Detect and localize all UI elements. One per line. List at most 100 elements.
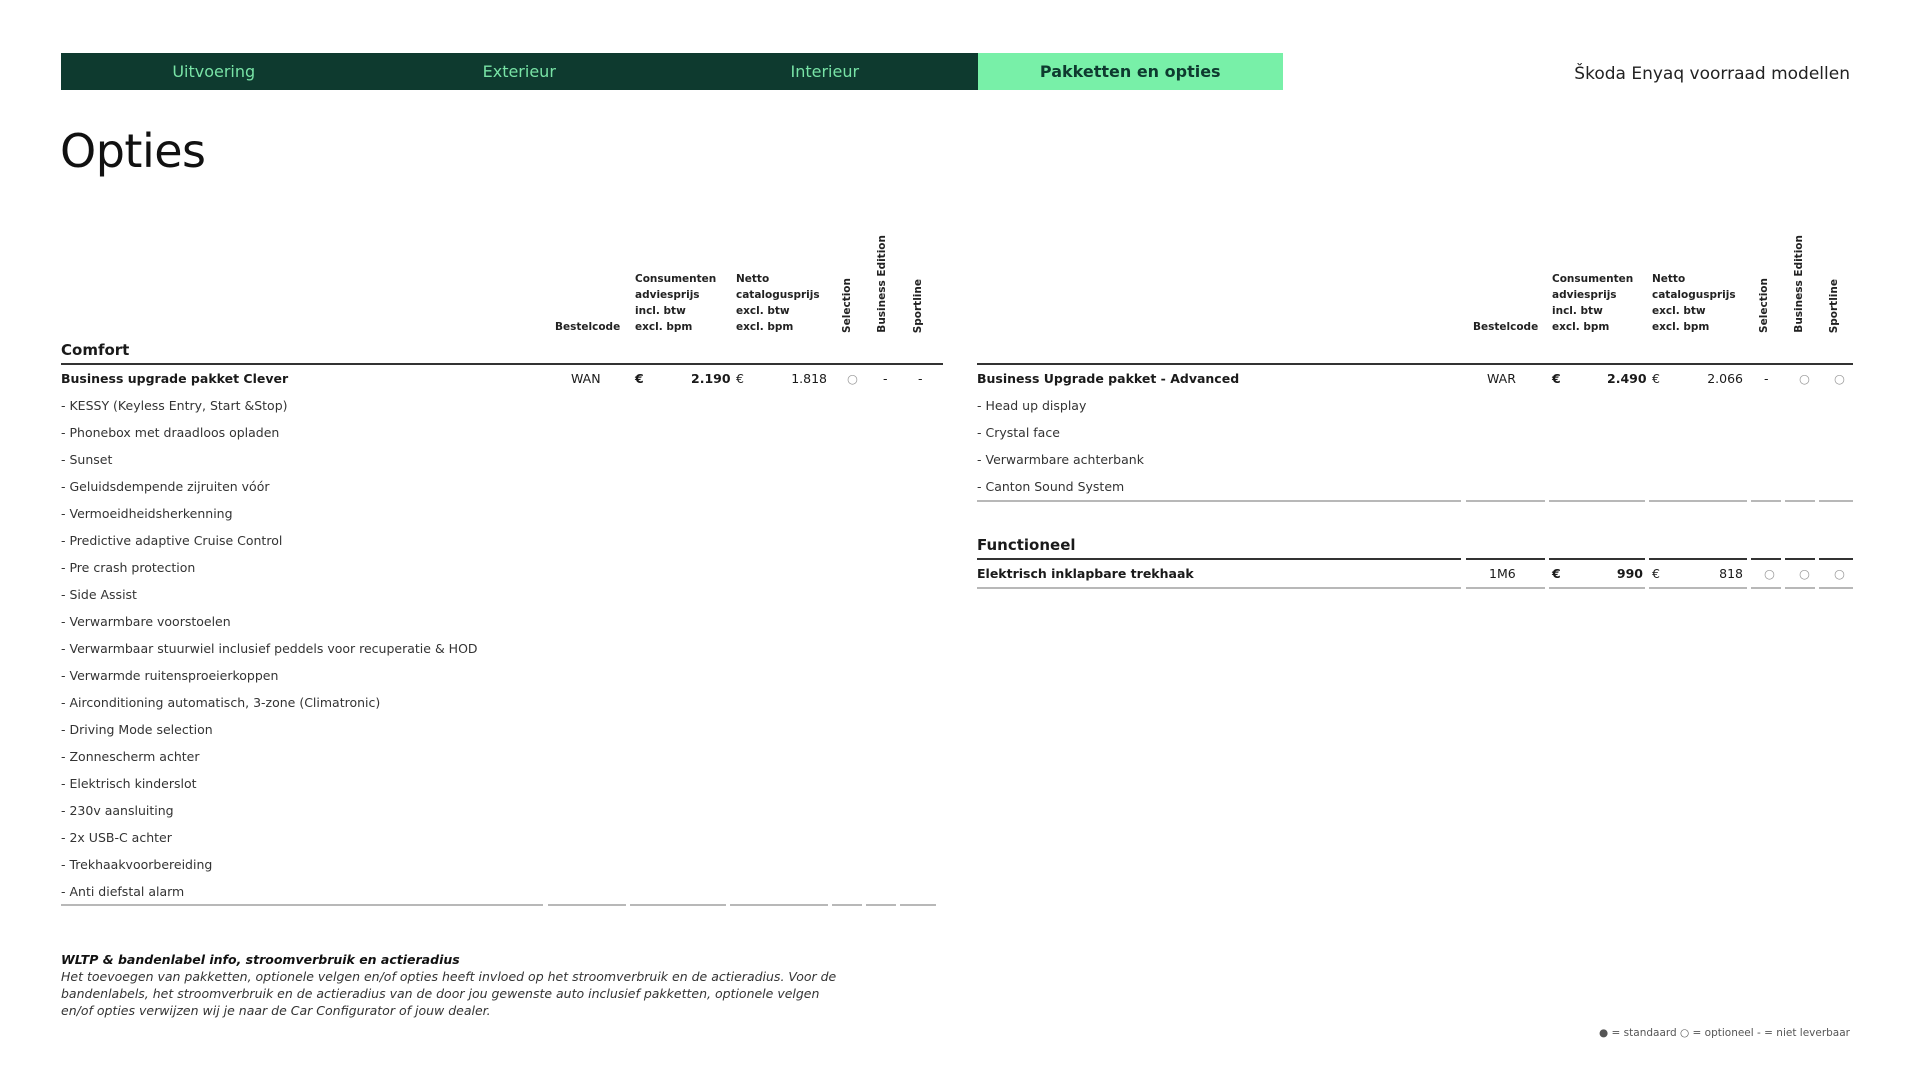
availability-business-edition: -	[883, 371, 888, 386]
table-header: Bestelcode Consumenten adviesprijs incl.…	[61, 225, 943, 335]
divider	[548, 904, 626, 906]
divider	[1549, 500, 1645, 502]
availability-business-edition: ○	[1799, 371, 1810, 386]
package-item: - Head up display	[977, 392, 1853, 419]
package-item: - Anti diefstal alarm	[61, 878, 943, 905]
package-item-label: - Crystal face	[977, 425, 1060, 440]
section-title: Comfort	[61, 341, 130, 359]
header-sportline: Sportline	[1828, 278, 1840, 333]
availability-selection: ○	[847, 371, 858, 386]
divider-group	[977, 500, 1853, 502]
package-item-label: - Sunset	[61, 452, 113, 467]
currency: €	[1552, 371, 1561, 386]
availability-business-edition: ○	[1799, 566, 1810, 581]
header-line: catalogusprijs	[736, 289, 820, 301]
package-items: - KESSY (Keyless Entry, Start &Stop) - Ph…	[61, 392, 943, 905]
divider	[1751, 500, 1781, 502]
package-item: - Verwarmbare achterbank	[977, 446, 1853, 473]
header-line: adviesprijs	[1552, 289, 1617, 301]
option-name: Elektrisch inklapbare trekhaak	[977, 566, 1194, 581]
header-line: excl. bpm	[736, 321, 794, 333]
divider	[61, 904, 543, 906]
package-item: - Airconditioning automatisch, 3-zone (C…	[61, 689, 943, 716]
order-code: 1M6	[1489, 566, 1516, 581]
package-item-label: - Anti diefstal alarm	[61, 884, 185, 899]
package-item-label: - Canton Sound System	[977, 479, 1125, 494]
order-code: WAN	[571, 371, 601, 386]
consumer-price: 2.190	[691, 371, 731, 386]
divider	[1649, 500, 1747, 502]
header-business-edition: Business Edition	[876, 235, 888, 333]
header-selection: Selection	[1758, 278, 1770, 333]
package-item-label: - Side Assist	[61, 587, 137, 602]
header-line: Netto	[1652, 273, 1686, 285]
package-item: - Phonebox met draadloos opladen	[61, 419, 943, 446]
header-nettoprijs: Netto catalogusprijs excl. btw excl. bpm	[736, 271, 820, 335]
divider-group	[977, 587, 1853, 589]
section-title: Functioneel	[977, 536, 1076, 554]
section-tabs: Uitvoering Exterieur Interieur Pakketten…	[61, 53, 1283, 90]
package-name: Business upgrade pakket Clever	[61, 371, 289, 386]
package-item-label: - 230v aansluiting	[61, 803, 174, 818]
divider	[1466, 500, 1545, 502]
package-item-label: - Verwarmbare achterbank	[977, 452, 1144, 467]
tab-interieur[interactable]: Interieur	[672, 53, 978, 90]
package-item: - Side Assist	[61, 581, 943, 608]
divider	[1549, 587, 1645, 589]
header-line: Consumenten	[1552, 273, 1634, 285]
package-item-label: - Verwarmbaar stuurwiel inclusief peddel…	[61, 641, 478, 656]
package-item: - Geluidsdempende zijruiten vóór	[61, 473, 943, 500]
package-item-label: - Trekhaakvoorbereiding	[61, 857, 213, 872]
package-item-label: - Zonnescherm achter	[61, 749, 200, 764]
currency: €	[1652, 371, 1660, 386]
package-item-label: - Head up display	[977, 398, 1087, 413]
package-items: - Head up display - Crystal face - Verwarm…	[977, 392, 1853, 500]
header-line: excl. bpm	[1652, 321, 1710, 333]
package-row-advanced: Business Upgrade pakket - Advanced WAR €…	[977, 365, 1853, 392]
net-price: 818	[1719, 566, 1743, 581]
header-line: excl. btw	[1652, 305, 1706, 317]
package-item: - Verwarmbaar stuurwiel inclusief peddel…	[61, 635, 943, 662]
header-line: catalogusprijs	[1652, 289, 1736, 301]
availability-selection: -	[1764, 371, 1769, 386]
header-consumentenprijs: Consumenten adviesprijs incl. btw excl. …	[635, 271, 716, 335]
package-item: - 2x USB-C achter	[61, 824, 943, 851]
package-name: Business Upgrade pakket - Advanced	[977, 371, 1240, 386]
section-comfort: Comfort	[61, 335, 943, 363]
package-item: - Canton Sound System	[977, 473, 1853, 500]
net-price: 1.818	[791, 371, 827, 386]
note-body: Het toevoegen van pakketten, optionele v…	[61, 969, 837, 1018]
header-line: incl. btw	[635, 305, 686, 317]
divider	[1649, 587, 1747, 589]
package-item: - Zonnescherm achter	[61, 743, 943, 770]
package-item: - Driving Mode selection	[61, 716, 943, 743]
package-item-label: - Elektrisch kinderslot	[61, 776, 197, 791]
divider	[1819, 500, 1853, 502]
header-nettoprijs: Netto catalogusprijs excl. btw excl. bpm	[1652, 271, 1736, 335]
options-table-right: Bestelcode Consumenten adviesprijs incl.…	[977, 225, 1853, 589]
tab-pakketten-en-opties[interactable]: Pakketten en opties	[977, 53, 1283, 90]
divider	[832, 904, 862, 906]
page-title: Opties	[60, 124, 206, 178]
tab-exterieur[interactable]: Exterieur	[366, 53, 672, 90]
package-item-label: - KESSY (Keyless Entry, Start &Stop)	[61, 398, 288, 413]
package-item: - Pre crash protection	[61, 554, 943, 581]
package-item-label: - Phonebox met draadloos opladen	[61, 425, 280, 440]
availability-sportline: ○	[1834, 566, 1845, 581]
package-item-label: - Predictive adaptive Cruise Control	[61, 533, 283, 548]
header-selection: Selection	[841, 278, 853, 333]
tab-uitvoering[interactable]: Uitvoering	[61, 53, 367, 90]
package-item: - Verwarmbare voorstoelen	[61, 608, 943, 635]
header-consumentenprijs: Consumenten adviesprijs incl. btw excl. …	[1552, 271, 1633, 335]
package-item-label: - 2x USB-C achter	[61, 830, 172, 845]
availability-sportline: -	[918, 371, 923, 386]
package-item-label: - Verwarmde ruitensproeierkoppen	[61, 668, 279, 683]
package-item-label: - Airconditioning automatisch, 3-zone (C…	[61, 695, 381, 710]
wltp-note: WLTP & bandenlabel info, stroomverbruik …	[61, 951, 851, 1019]
package-item-label: - Driving Mode selection	[61, 722, 213, 737]
header-business-edition: Business Edition	[1793, 235, 1805, 333]
table-header: Bestelcode Consumenten adviesprijs incl.…	[977, 225, 1853, 335]
divider	[1819, 587, 1853, 589]
divider	[1466, 587, 1545, 589]
divider	[977, 587, 1461, 589]
